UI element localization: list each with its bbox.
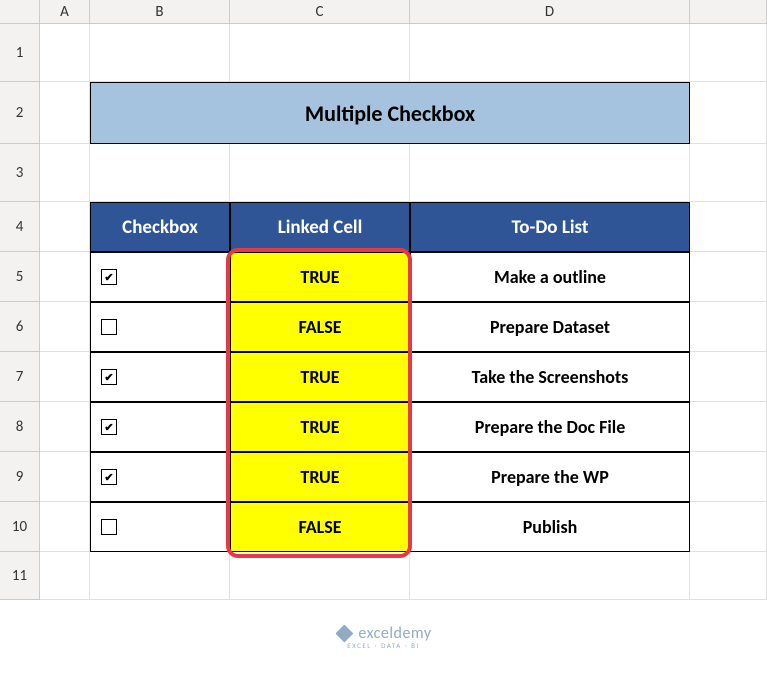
cell-A2[interactable] <box>40 82 90 144</box>
checkbox-cell[interactable] <box>90 302 230 352</box>
col-header-D[interactable]: D <box>410 0 690 23</box>
row-header-5[interactable]: 5 <box>0 252 40 302</box>
checkbox-control[interactable] <box>101 519 117 535</box>
checkbox-control[interactable]: ✔ <box>101 419 117 435</box>
row-header-8[interactable]: 8 <box>0 402 40 452</box>
select-all-corner[interactable] <box>0 0 40 23</box>
checkbox-control[interactable]: ✔ <box>101 369 117 385</box>
checkbox-cell[interactable]: ✔ <box>90 352 230 402</box>
cell-E8[interactable] <box>690 402 767 452</box>
header-linked-cell[interactable]: Linked Cell <box>230 202 410 252</box>
checkbox-cell[interactable]: ✔ <box>90 452 230 502</box>
col-header-blank[interactable] <box>690 0 767 23</box>
cell-D11[interactable] <box>410 552 690 600</box>
table-row: 5 ✔ TRUE Make a outline <box>0 252 767 302</box>
checkbox-control[interactable] <box>101 319 117 335</box>
table-row: 8 ✔ TRUE Prepare the Doc File <box>0 402 767 452</box>
cell-E7[interactable] <box>690 352 767 402</box>
row-header-6[interactable]: 6 <box>0 302 40 352</box>
linked-cell-value[interactable]: FALSE <box>230 302 410 352</box>
row-header-3[interactable]: 3 <box>0 144 40 202</box>
row-header-2[interactable]: 2 <box>0 82 40 144</box>
cell-C11[interactable] <box>230 552 410 600</box>
todo-value[interactable]: Take the Screenshots <box>410 352 690 402</box>
watermark-tagline: EXCEL · DATA · BI <box>347 641 420 650</box>
cell-A7[interactable] <box>40 352 90 402</box>
row-header-4[interactable]: 4 <box>0 202 40 252</box>
cell-E5[interactable] <box>690 252 767 302</box>
cell-A4[interactable] <box>40 202 90 252</box>
row-header-11[interactable]: 11 <box>0 552 40 600</box>
cell-A3[interactable] <box>40 144 90 202</box>
row-1: 1 <box>0 24 767 82</box>
checkbox-control[interactable]: ✔ <box>101 269 117 285</box>
cell-A10[interactable] <box>40 502 90 552</box>
col-header-B[interactable]: B <box>90 0 230 23</box>
cell-A6[interactable] <box>40 302 90 352</box>
title-cell[interactable]: Multiple Checkbox <box>90 82 690 144</box>
cell-A9[interactable] <box>40 452 90 502</box>
row-header-9[interactable]: 9 <box>0 452 40 502</box>
checkbox-cell[interactable]: ✔ <box>90 402 230 452</box>
cell-A8[interactable] <box>40 402 90 452</box>
linked-cell-value[interactable]: FALSE <box>230 502 410 552</box>
cell-B11[interactable] <box>90 552 230 600</box>
watermark: exceldemy EXCEL · DATA · BI <box>335 624 431 650</box>
cell-C3[interactable] <box>230 144 410 202</box>
cell-D1[interactable] <box>410 24 690 82</box>
watermark-icon <box>335 625 353 643</box>
linked-cell-value[interactable]: TRUE <box>230 352 410 402</box>
checkbox-cell[interactable]: ✔ <box>90 252 230 302</box>
todo-value[interactable]: Make a outline <box>410 252 690 302</box>
cell-E11[interactable] <box>690 552 767 600</box>
column-header-row: A B C D <box>0 0 767 24</box>
cell-A5[interactable] <box>40 252 90 302</box>
cell-E1[interactable] <box>690 24 767 82</box>
cell-B1[interactable] <box>90 24 230 82</box>
cell-B3[interactable] <box>90 144 230 202</box>
row-header-1[interactable]: 1 <box>0 24 40 82</box>
table-row: 10 FALSE Publish <box>0 502 767 552</box>
table-row: 6 FALSE Prepare Dataset <box>0 302 767 352</box>
header-checkbox[interactable]: Checkbox <box>90 202 230 252</box>
row-4: 4 Checkbox Linked Cell To-Do List <box>0 202 767 252</box>
cell-A1[interactable] <box>40 24 90 82</box>
row-3: 3 <box>0 144 767 202</box>
cell-C1[interactable] <box>230 24 410 82</box>
row-11: 11 <box>0 552 767 600</box>
checkbox-control[interactable]: ✔ <box>101 469 117 485</box>
table-row: 9 ✔ TRUE Prepare the WP <box>0 452 767 502</box>
cell-A11[interactable] <box>40 552 90 600</box>
table-row: 7 ✔ TRUE Take the Screenshots <box>0 352 767 402</box>
checkbox-cell[interactable] <box>90 502 230 552</box>
row-header-10[interactable]: 10 <box>0 502 40 552</box>
cell-E4[interactable] <box>690 202 767 252</box>
col-header-A[interactable]: A <box>40 0 90 23</box>
linked-cell-value[interactable]: TRUE <box>230 452 410 502</box>
spreadsheet: A B C D 1 2 Multiple Checkbox 3 4 Checkb… <box>0 0 767 678</box>
cell-D3[interactable] <box>410 144 690 202</box>
todo-value[interactable]: Prepare the Doc File <box>410 402 690 452</box>
header-todo[interactable]: To-Do List <box>410 202 690 252</box>
todo-value[interactable]: Publish <box>410 502 690 552</box>
row-2: 2 Multiple Checkbox <box>0 82 767 144</box>
cell-E10[interactable] <box>690 502 767 552</box>
todo-value[interactable]: Prepare Dataset <box>410 302 690 352</box>
todo-value[interactable]: Prepare the WP <box>410 452 690 502</box>
cell-E6[interactable] <box>690 302 767 352</box>
row-header-7[interactable]: 7 <box>0 352 40 402</box>
cell-E9[interactable] <box>690 452 767 502</box>
linked-cell-value[interactable]: TRUE <box>230 252 410 302</box>
cell-E2[interactable] <box>690 82 767 144</box>
col-header-C[interactable]: C <box>230 0 410 23</box>
cell-E3[interactable] <box>690 144 767 202</box>
linked-cell-value[interactable]: TRUE <box>230 402 410 452</box>
